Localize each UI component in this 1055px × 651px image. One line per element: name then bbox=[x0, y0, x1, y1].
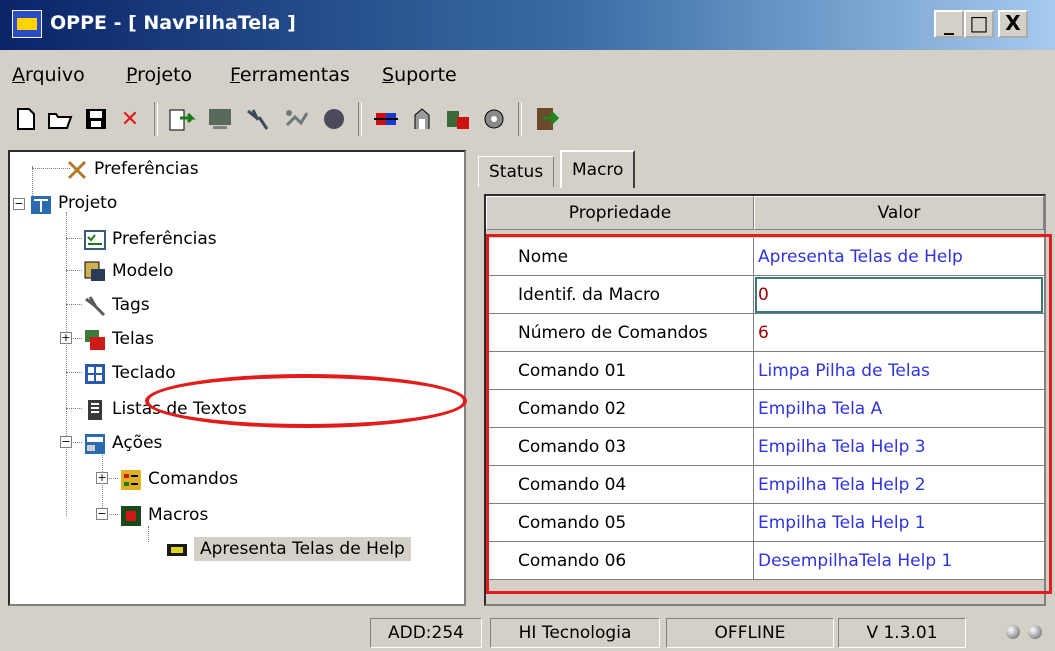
tree-connector bbox=[66, 408, 82, 409]
device-icon[interactable] bbox=[406, 104, 438, 134]
tab-status[interactable]: Status bbox=[478, 156, 555, 187]
tree-connector bbox=[66, 238, 82, 239]
tree-item-comandos[interactable]: Comandos bbox=[120, 464, 238, 494]
tree-item-acoes[interactable]: Ações bbox=[84, 428, 162, 458]
tree-label: Modelo bbox=[112, 261, 174, 281]
tree-label: Ações bbox=[112, 433, 163, 453]
expand-comandos[interactable]: + bbox=[96, 472, 108, 484]
project-icon bbox=[30, 193, 51, 214]
tree-connector bbox=[66, 212, 67, 516]
minimize-button[interactable]: _ bbox=[934, 10, 964, 38]
tree-connector bbox=[66, 270, 82, 271]
open-folder-icon[interactable] bbox=[44, 104, 76, 134]
tree-label: Telas bbox=[112, 329, 154, 349]
status-version: V 1.3.01 bbox=[838, 618, 966, 648]
tree-item-tags[interactable]: Tags bbox=[84, 290, 150, 320]
tree-label: Apresenta Telas de Help bbox=[194, 537, 411, 561]
tags-icon bbox=[84, 295, 106, 317]
tree-item-macros[interactable]: Macros bbox=[120, 500, 208, 530]
close-button[interactable]: X bbox=[998, 10, 1028, 38]
tree-label: Preferências bbox=[112, 229, 217, 249]
screens-icon bbox=[84, 329, 105, 350]
tree-connector bbox=[32, 168, 70, 169]
tree-label: Teclado bbox=[112, 363, 176, 383]
menu-projeto[interactable]: Projeto bbox=[126, 64, 192, 86]
status-company: HI Tecnologia bbox=[490, 618, 660, 648]
menu-bar: Arquivo Projeto Ferramentas Suporte bbox=[0, 56, 1055, 92]
toolbar-separator bbox=[154, 102, 158, 136]
toolbar-separator bbox=[518, 102, 522, 136]
tree-connector bbox=[66, 372, 82, 373]
transfer-icon[interactable] bbox=[370, 104, 402, 134]
app-icon bbox=[12, 10, 42, 38]
collapse-projeto[interactable]: − bbox=[13, 198, 25, 210]
collapse-acoes[interactable]: − bbox=[60, 436, 72, 448]
tree-item-preferencias[interactable]: Preferências bbox=[84, 224, 217, 254]
status-connection: OFFLINE bbox=[666, 618, 834, 648]
tree-label: Comandos bbox=[148, 469, 239, 489]
menu-ferramentas[interactable]: Ferramentas bbox=[230, 64, 350, 86]
status-bar: ADD:254 HI Tecnologia OFFLINE V 1.3.01 bbox=[0, 612, 1055, 651]
import-icon[interactable] bbox=[166, 104, 198, 134]
tree-label: Projeto bbox=[58, 193, 118, 213]
status-led-icon bbox=[1028, 625, 1042, 639]
menu-arquivo[interactable]: Arquivo bbox=[12, 64, 85, 86]
menu-suporte[interactable]: Suporte bbox=[382, 64, 457, 86]
status-led-icon bbox=[1006, 625, 1020, 639]
tags-icon[interactable] bbox=[242, 104, 274, 134]
text-list-icon bbox=[84, 399, 104, 420]
tree-item-modelo[interactable]: Modelo bbox=[84, 256, 173, 286]
settings-icon[interactable] bbox=[478, 104, 510, 134]
window-title: OPPE - [ NavPilhaTela ] bbox=[50, 12, 296, 34]
tree-item-projeto[interactable]: Projeto bbox=[30, 188, 117, 218]
maximize-button[interactable]: □ bbox=[964, 10, 994, 38]
highlight-rectangle bbox=[486, 234, 1052, 594]
tree-label: Preferências bbox=[94, 159, 199, 179]
connect-icon[interactable] bbox=[280, 104, 312, 134]
screen-icon[interactable] bbox=[204, 104, 236, 134]
collapse-macros[interactable]: − bbox=[96, 508, 108, 520]
commands-icon bbox=[120, 469, 141, 490]
header-propriedade[interactable]: Propriedade bbox=[486, 196, 754, 230]
highlight-ellipse bbox=[145, 374, 467, 428]
tools-icon bbox=[66, 159, 87, 180]
save-disk-icon[interactable] bbox=[80, 104, 112, 134]
toolbar: ✕ bbox=[0, 96, 1055, 142]
compile-icon[interactable] bbox=[442, 104, 474, 134]
tree-item-apresenta-telas-de-help[interactable]: Apresenta Telas de Help bbox=[166, 534, 411, 564]
title-bar[interactable]: OPPE - [ NavPilhaTela ] _ □ X bbox=[0, 0, 1055, 50]
model-icon bbox=[84, 261, 105, 281]
toolbar-separator bbox=[358, 102, 362, 136]
record-icon[interactable] bbox=[318, 104, 350, 134]
tab-macro[interactable]: Macro bbox=[560, 150, 636, 188]
tree-item-telas[interactable]: Telas bbox=[84, 324, 154, 354]
tree-label: Macros bbox=[148, 505, 209, 525]
macro-item-icon bbox=[166, 539, 187, 559]
macros-icon bbox=[120, 505, 141, 526]
header-valor[interactable]: Valor bbox=[754, 196, 1044, 230]
tree-label: Tags bbox=[112, 295, 150, 315]
tree-item-teclado[interactable]: Teclado bbox=[84, 358, 176, 388]
checklist-icon bbox=[84, 229, 106, 250]
status-address: ADD:254 bbox=[370, 618, 482, 648]
tree-item-root-preferencias[interactable]: Preferências bbox=[66, 154, 199, 184]
new-file-icon[interactable] bbox=[10, 104, 42, 134]
actions-icon bbox=[84, 433, 105, 454]
delete-x-icon[interactable]: ✕ bbox=[114, 104, 146, 134]
exit-icon[interactable] bbox=[530, 104, 562, 134]
keypad-icon bbox=[84, 363, 105, 384]
expand-telas[interactable]: + bbox=[60, 332, 72, 344]
tree-connector bbox=[66, 304, 82, 305]
